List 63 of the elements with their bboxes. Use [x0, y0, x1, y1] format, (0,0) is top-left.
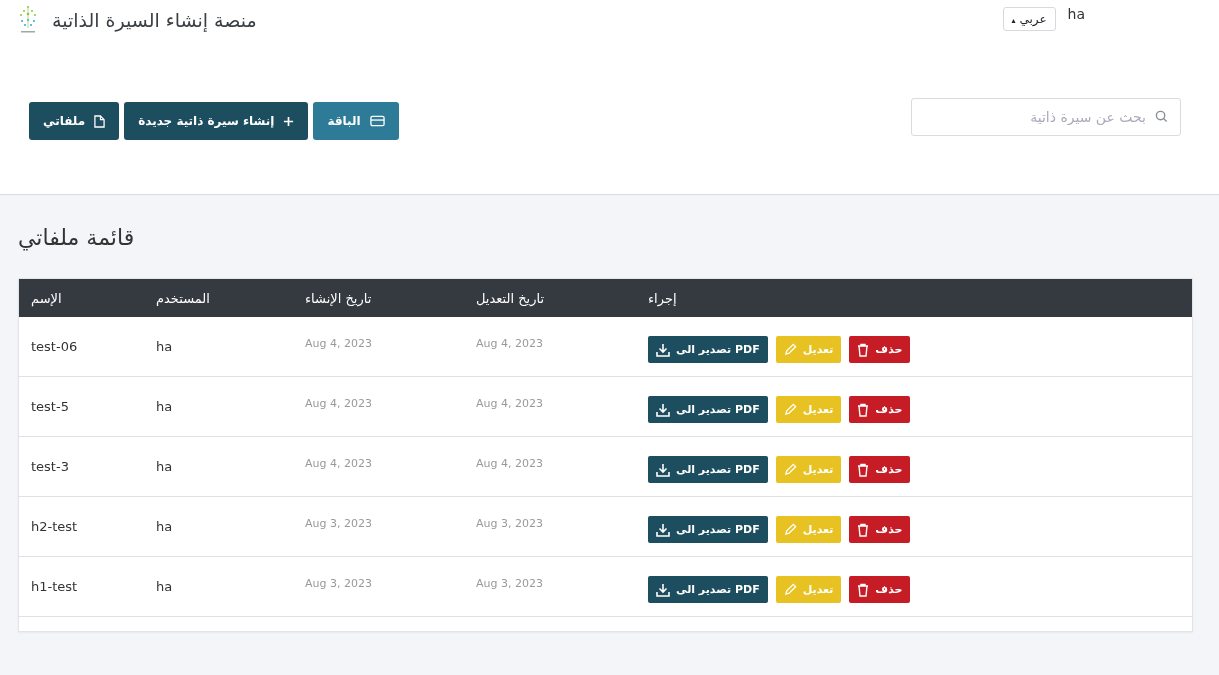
- column-header: الإسم: [30, 290, 63, 306]
- download-icon: [656, 522, 670, 537]
- file-icon: [94, 114, 106, 128]
- column-header: تاريخ الإنشاء: [304, 290, 373, 306]
- download-icon: [656, 402, 670, 417]
- trash-icon: [857, 522, 870, 537]
- table-cell-text: test-06: [30, 339, 79, 354]
- download-icon: [656, 462, 670, 477]
- search-field[interactable]: بحث عن سيرة ذاتية: [911, 98, 1181, 136]
- download-icon: [656, 342, 670, 357]
- column-header: المستخدم: [155, 290, 211, 306]
- language-dropdown[interactable]: ▴ عربي: [1002, 7, 1056, 31]
- search-icon: [1155, 110, 1168, 123]
- table-cell-text: Aug 4, 2023: [304, 337, 373, 350]
- pencil-icon: [783, 463, 797, 476]
- plus-icon: [283, 115, 295, 127]
- table-cell-text: Aug 4, 2023: [475, 337, 544, 350]
- delete-button[interactable]: حذف: [849, 516, 911, 543]
- table-cell-text: Aug 4, 2023: [475, 397, 544, 410]
- my-files-button[interactable]: ملفاتي: [29, 102, 120, 140]
- export-pdf-button[interactable]: تصدير الى PDF: [648, 576, 768, 603]
- user-name[interactable]: ha: [1067, 4, 1085, 22]
- table-cell-text: Aug 4, 2023: [475, 457, 544, 470]
- trash-icon: [857, 582, 870, 597]
- table-cell-text: h2-test: [30, 519, 79, 534]
- table-cell-text: ha: [155, 579, 174, 594]
- table-cell-text: ha: [155, 459, 174, 474]
- delete-button[interactable]: حذف: [849, 336, 911, 363]
- app-title: منصة إنشاء السيرة الذاتية: [52, 9, 257, 31]
- column-header: إجراء: [647, 290, 678, 306]
- pencil-icon: [783, 343, 797, 356]
- delete-button[interactable]: حذف: [849, 576, 911, 603]
- export-pdf-button[interactable]: تصدير الى PDF: [648, 336, 768, 363]
- table-cell-text: Aug 3, 2023: [304, 577, 373, 590]
- table-cell-text: ha: [155, 339, 174, 354]
- delete-button[interactable]: حذف: [849, 396, 911, 423]
- trash-icon: [857, 462, 870, 477]
- table-cell-text: test-3: [30, 459, 70, 474]
- trash-icon: [857, 342, 870, 357]
- new-resume-button[interactable]: إنشاء سيرة ذاتية جديدة: [124, 102, 309, 140]
- pencil-icon: [783, 403, 797, 416]
- export-pdf-button[interactable]: تصدير الى PDF: [648, 396, 768, 423]
- table-cell-text: Aug 3, 2023: [475, 517, 544, 530]
- table-cell-text: Aug 4, 2023: [304, 397, 373, 410]
- delete-button[interactable]: حذف: [849, 456, 911, 483]
- pencil-icon: [783, 583, 797, 596]
- page-heading: قائمة ملفاتي: [18, 225, 136, 250]
- card-icon: [369, 115, 385, 127]
- export-pdf-button[interactable]: تصدير الى PDF: [648, 456, 768, 483]
- export-pdf-button[interactable]: تصدير الى PDF: [648, 516, 768, 543]
- pencil-icon: [783, 523, 797, 536]
- table-cell-text: ha: [155, 519, 174, 534]
- column-header: تاريخ التعديل: [475, 290, 546, 306]
- table-cell-text: h1-test: [30, 579, 79, 594]
- tree-logo-icon: [18, 4, 38, 36]
- table-cell-text: Aug 3, 2023: [475, 577, 544, 590]
- table-cell-text: Aug 4, 2023: [304, 457, 373, 470]
- table-cell-text: Aug 3, 2023: [304, 517, 373, 530]
- trash-icon: [857, 402, 870, 417]
- download-icon: [656, 582, 670, 597]
- table-cell-text: ha: [155, 399, 174, 414]
- table-cell-text: test-5: [30, 399, 70, 414]
- plan-button[interactable]: الباقة: [313, 102, 399, 140]
